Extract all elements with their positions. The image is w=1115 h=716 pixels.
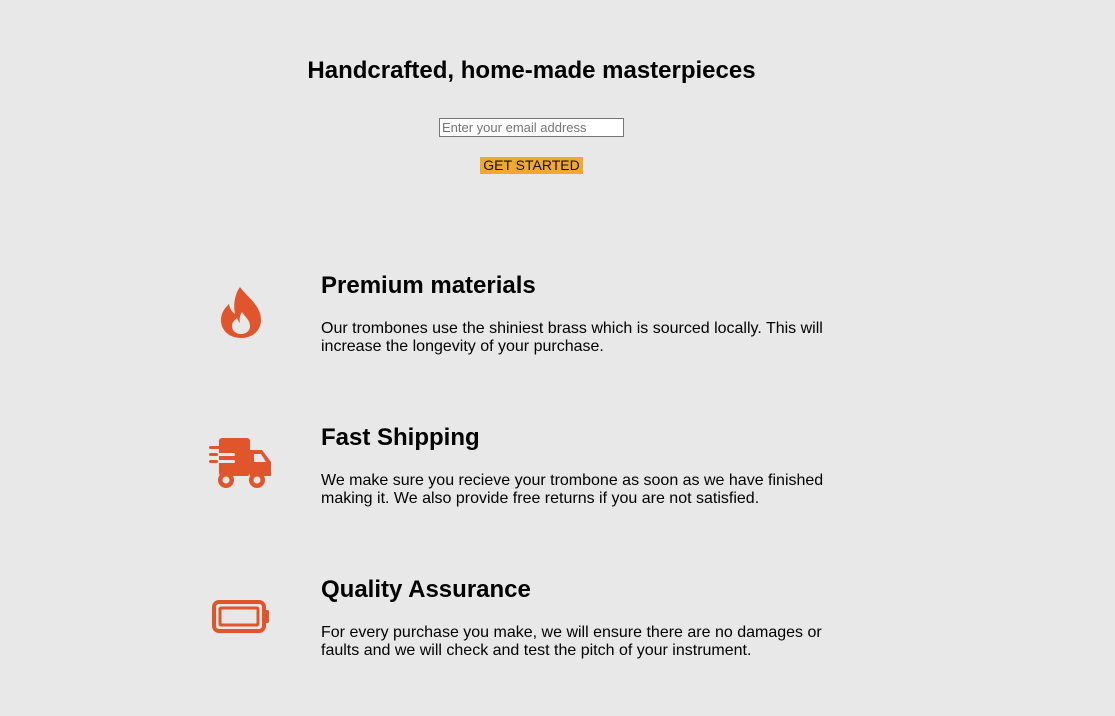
get-started-button[interactable]: GET STARTED <box>480 157 583 174</box>
feature-text-quality-assurance: For every purchase you make, we will ens… <box>321 624 822 659</box>
feature-text-fast-shipping: We make sure you recieve your trombone a… <box>321 472 824 507</box>
email-input[interactable] <box>439 118 624 137</box>
feature-title-quality-assurance: Quality Assurance <box>321 576 531 603</box>
hero-title: Handcrafted, home-made masterpieces <box>307 57 756 84</box>
battery-icon <box>212 600 269 633</box>
landing-page: Handcrafted, home-made masterpieces GET … <box>0 0 1115 716</box>
fire-icon <box>221 287 261 338</box>
feature-text-premium-materials: Our trombones use the shiniest brass whi… <box>321 320 823 355</box>
feature-title-premium-materials: Premium materials <box>321 272 536 299</box>
feature-title-fast-shipping: Fast Shipping <box>321 424 480 451</box>
truck-icon <box>209 438 271 488</box>
